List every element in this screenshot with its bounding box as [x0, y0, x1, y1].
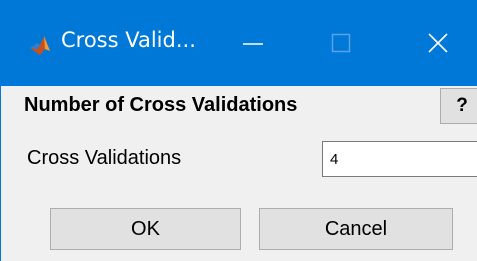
minimize-icon	[243, 43, 263, 45]
ok-button[interactable]: OK	[50, 208, 241, 250]
dialog-heading: Number of Cross Validations	[24, 94, 298, 116]
cancel-button[interactable]: Cancel	[259, 208, 453, 250]
minimize-button[interactable]	[223, 0, 283, 86]
cross-validations-input[interactable]	[322, 141, 477, 177]
close-button[interactable]	[408, 0, 468, 86]
help-button[interactable]: ?	[440, 88, 477, 124]
cross-validation-dialog: Cross Valid... Number of Cross Validatio…	[0, 0, 477, 261]
matlab-icon	[29, 34, 51, 56]
title-bar[interactable]: Cross Valid...	[1, 0, 477, 86]
window-title: Cross Valid...	[61, 28, 196, 52]
cross-validations-label: Cross Validations	[27, 147, 182, 169]
close-icon	[428, 33, 448, 53]
maximize-button[interactable]	[311, 0, 371, 86]
maximize-icon	[331, 33, 351, 53]
